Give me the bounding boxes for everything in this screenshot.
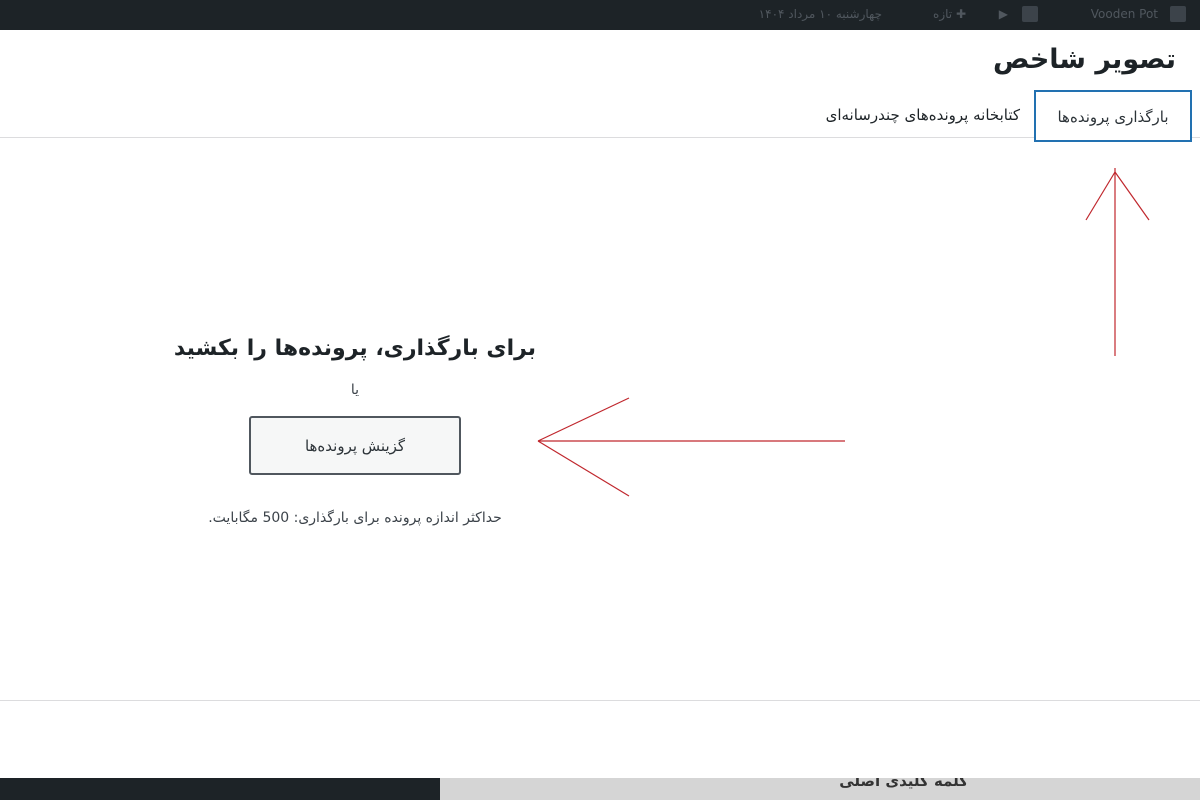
admin-bar: Vooden Pot ▶ ✚ تازه چهارشنبه ۱۰ مرداد ۱۴… [0, 0, 1200, 30]
upload-drop-zone[interactable]: برای بارگذاری، پرونده‌ها را بکشید یا گزی… [0, 140, 1200, 700]
plus-icon: ✚ [955, 7, 966, 21]
media-modal: تصویر شاخص بارگذاری پرونده‌ها کتابخانه پ… [0, 30, 1200, 778]
modal-footer-divider [0, 700, 1200, 701]
site-name-link[interactable]: Vooden Pot [1091, 4, 1158, 24]
updates-icon[interactable]: ▶ [999, 4, 1008, 24]
modal-tabs: بارگذاری پرونده‌ها کتابخانه پرونده‌های چ… [0, 88, 1200, 142]
home-icon[interactable] [1170, 6, 1186, 22]
comments-icon[interactable] [1022, 6, 1038, 22]
date-display: چهارشنبه ۱۰ مرداد ۱۴۰۴ [759, 4, 882, 24]
max-upload-size-text: حداکثر اندازه پرونده برای بارگذاری: 500 … [208, 510, 502, 526]
or-text: یا [350, 382, 360, 398]
drop-files-title: برای بارگذاری، پرونده‌ها را بکشید [173, 336, 537, 361]
select-files-button[interactable]: گزینش پرونده‌ها [249, 416, 461, 475]
tab-upload-files[interactable]: بارگذاری پرونده‌ها [1034, 90, 1192, 142]
background-panel [440, 778, 1200, 800]
new-content-link[interactable]: ✚ تازه [933, 4, 966, 24]
tab-media-library[interactable]: کتابخانه پرونده‌های چندرسانه‌ای [812, 90, 1034, 142]
modal-title: تصویر شاخص [993, 44, 1176, 75]
background-page-strip: کلمه کلیدی اصلی [0, 778, 1200, 800]
new-label: تازه [933, 7, 953, 21]
background-panel-heading: کلمه کلیدی اصلی [839, 778, 968, 790]
date-text: چهارشنبه ۱۰ مرداد ۱۴۰۴ [758, 7, 882, 21]
